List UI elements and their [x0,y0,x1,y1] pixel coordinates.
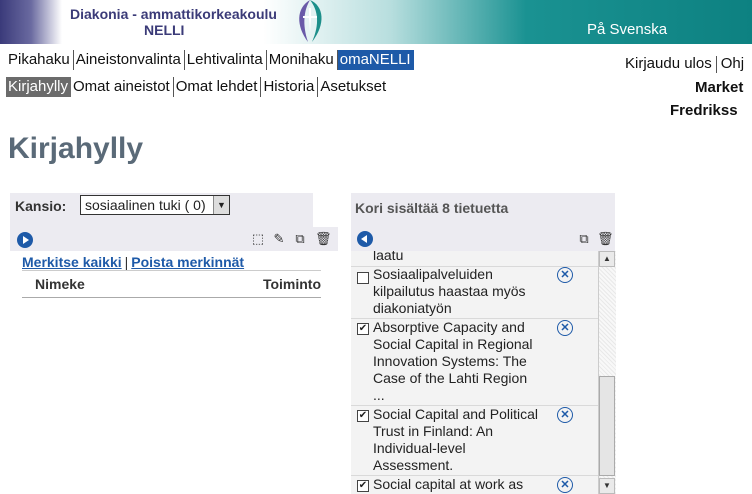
expand-arrow-icon[interactable] [17,232,33,248]
basket-scrollbar[interactable]: ▲ ▼ [598,251,616,494]
record-title[interactable]: Social capital at work as [373,476,538,493]
nav-lehtivalinta[interactable]: Lehtivalinta [185,50,267,70]
nav-omanelli[interactable]: omaNELLI [337,50,414,70]
new-folder-icon[interactable]: ⬚ [250,231,266,247]
record-title[interactable]: Sosiaalipalveluiden kilpailutus haastaa … [373,266,538,317]
language-switch-link[interactable]: På Svenska [587,21,667,38]
user-links: Kirjaudu ulos Ohj [625,55,744,73]
chevron-down-icon[interactable]: ▼ [213,196,229,214]
folder-link-partial [10,218,130,226]
brand-name: Diakonia - ammattikorkeakoulu [70,6,277,22]
remove-icon[interactable]: ✕ [557,320,573,336]
record-checkbox[interactable]: ✔ [357,480,369,492]
copy-icon[interactable]: ⧉ [576,231,592,247]
record-checkbox[interactable]: ✔ [357,323,369,335]
scroll-down-icon[interactable]: ▼ [599,478,615,494]
basket-title: Kori sisältää 8 tietuetta [355,200,509,216]
record-checkbox[interactable] [357,272,369,284]
nav-aineistonvalinta[interactable]: Aineistonvalinta [74,50,185,70]
subnav-omat-aineistot[interactable]: Omat aineistot [71,77,174,97]
remove-icon[interactable]: ✕ [557,477,573,493]
folder-panel-header: Kansio: sosiaalinen tuki ( 0) ▼ [10,193,313,227]
record-title[interactable]: laatu [373,251,538,264]
diakonia-logo-icon [299,0,322,42]
list-item: ✔ Social capital at work as ✕ [351,476,598,494]
remove-icon[interactable]: ✕ [557,267,573,283]
subnav-asetukset[interactable]: Asetukset [318,77,389,97]
primary-nav: Pikahaku Aineistonvalinta Lehtivalinta M… [6,50,414,70]
record-title[interactable]: Absorptive Capacity and Social Capital i… [373,319,538,404]
list-item: laatu [351,251,598,267]
list-item: ✔ Social Capital and Political Trust in … [351,406,598,476]
subnav-kirjahylly[interactable]: Kirjahylly [6,77,72,97]
divider [715,55,717,73]
list-item: Sosiaalipalveluiden kilpailutus haastaa … [351,266,598,319]
basket-toolbar: ⧉ 🗑 [351,227,615,251]
folder-toolbar: ⬚ ✎ ⧉ 🗑 [10,227,338,251]
list-item: ✔ Absorptive Capacity and Social Capital… [351,319,598,406]
site-header: Diakonia - ammattikorkeakoulu NELLI På S… [0,0,752,44]
folder-selected-value: sosiaalinen tuki ( 0) [85,197,206,213]
link-separator: | [124,254,129,270]
subnav-historia[interactable]: Historia [261,77,319,97]
mark-links: Merkitse kaikki | Poista merkinnät [22,254,244,270]
brand-service-name: NELLI [144,22,185,38]
subnav-omat-lehdet[interactable]: Omat lehdet [174,77,262,97]
record-title[interactable]: Social Capital and Political Trust in Fi… [373,406,538,474]
clear-marks-link[interactable]: Poista merkinnät [131,254,244,270]
record-checkbox[interactable]: ✔ [357,410,369,422]
nav-pikahaku[interactable]: Pikahaku [6,50,74,70]
help-link[interactable]: Ohj [721,55,744,72]
remove-icon[interactable]: ✕ [557,407,573,423]
folder-select[interactable]: sosiaalinen tuki ( 0) ▼ [80,195,230,215]
page-title: Kirjahylly [8,132,144,165]
column-title: Nimeke [35,276,85,292]
collapse-arrow-icon[interactable] [357,231,373,247]
select-all-link[interactable]: Merkitse kaikki [22,254,122,270]
user-name-line2: Fredrikss [670,102,738,119]
scroll-thumb[interactable] [599,376,615,476]
header-decoration [0,0,62,44]
copy-icon[interactable]: ⧉ [292,231,308,247]
folder-list-header: Nimeke Toiminto [22,270,321,298]
logout-link[interactable]: Kirjaudu ulos [625,55,712,72]
column-action: Toiminto [262,276,321,292]
user-name-line1: Market [695,79,744,96]
folder-label: Kansio: [15,198,67,214]
basket-list: laatu Sosiaalipalveluiden kilpailutus ha… [351,251,598,494]
nav-monihaku[interactable]: Monihaku [267,50,338,70]
secondary-nav: Kirjahylly Omat aineistot Omat lehdet Hi… [6,77,389,97]
trash-icon[interactable]: 🗑 [315,231,332,247]
scroll-up-icon[interactable]: ▲ [599,251,615,267]
basket-panel-header: Kori sisältää 8 tietuetta [351,193,615,227]
trash-icon[interactable]: 🗑 [597,231,614,247]
edit-folder-icon[interactable]: ✎ [271,231,287,247]
